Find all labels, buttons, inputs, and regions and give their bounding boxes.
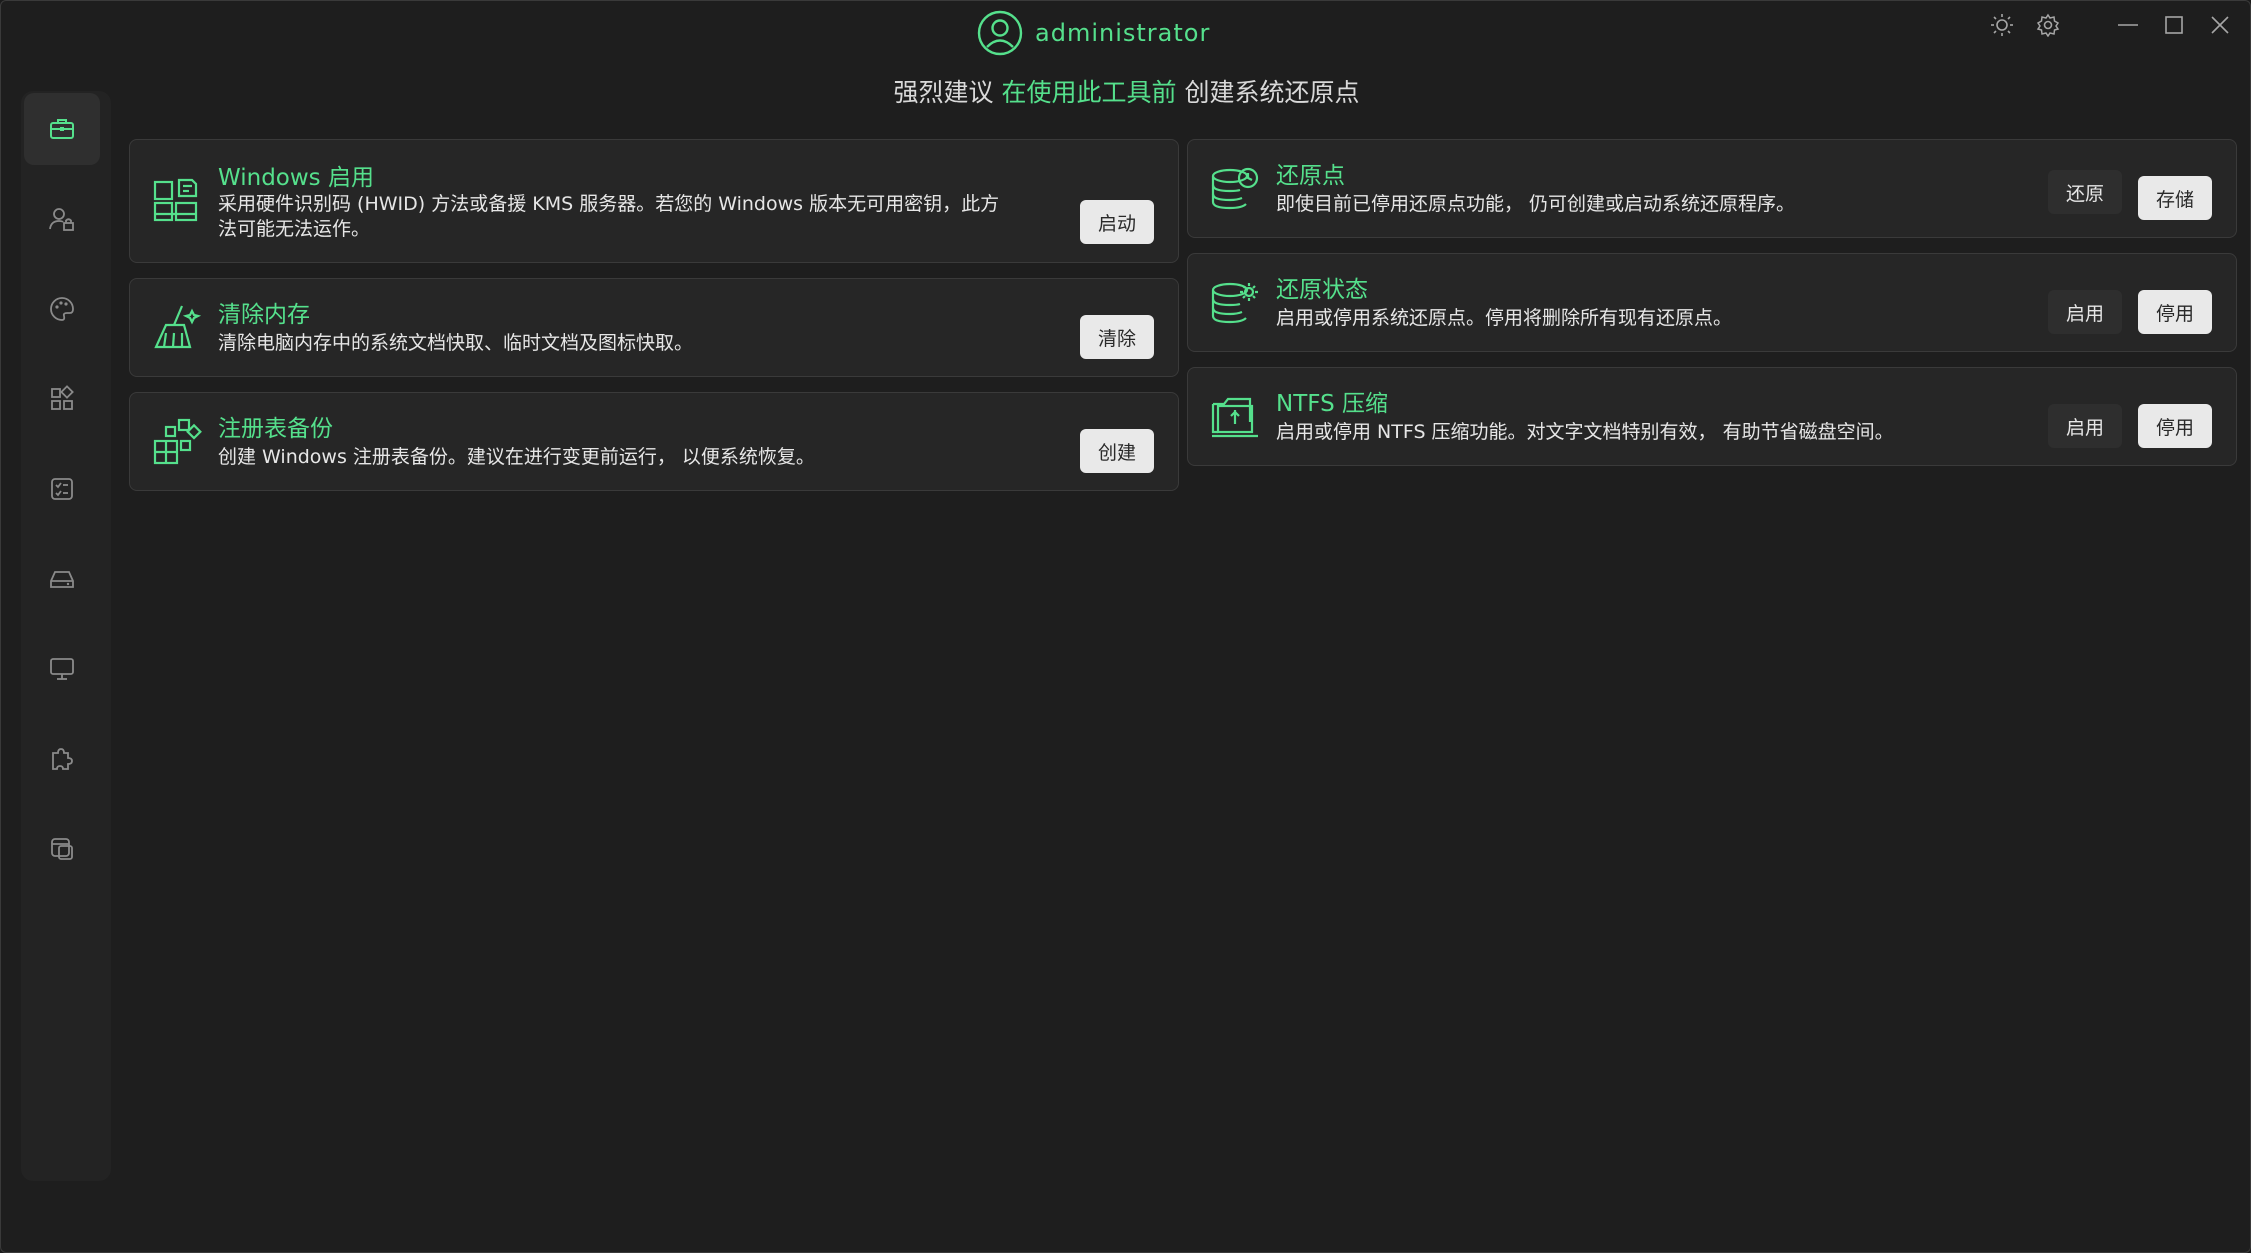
enable-restore-button[interactable]: 启用 xyxy=(2047,290,2122,334)
clear-button[interactable]: 清除 xyxy=(1079,315,1154,359)
sidebar-item-storage[interactable] xyxy=(24,543,100,615)
sidebar-item-display[interactable] xyxy=(24,633,100,705)
apps-grid-icon xyxy=(51,385,74,410)
advice-highlight: 在使用此工具前 xyxy=(1001,78,1177,107)
monitor-icon xyxy=(50,658,74,680)
card-title: 注册表备份 xyxy=(218,416,333,442)
card-desc: 清除电脑内存中的系统文档快取、临时文档及图标快取。 xyxy=(218,332,694,354)
sidebar-item-appearance[interactable] xyxy=(24,273,100,345)
drive-icon xyxy=(50,571,74,588)
card-clear-memory: 清除内存 清除电脑内存中的系统文档快取、临时文档及图标快取。 清除 xyxy=(129,278,1179,377)
app-window: administrator 强烈建议 在使用此工具前 创建系统还原点 Windo… xyxy=(0,0,2251,1253)
registry-blocks-icon xyxy=(153,418,202,465)
card-desc: 即使目前已停用还原点功能， 仍可创建或启动系统还原程序。 xyxy=(1276,193,1796,215)
card-title: 还原点 xyxy=(1276,163,1345,189)
card-desc-line1: 采用硬件识别码 (HWID) 方法或备援 KMS 服务器。若您的 Windows… xyxy=(218,193,1000,215)
advice-suffix: 创建系统还原点 xyxy=(1184,78,1360,107)
advice-prefix: 强烈建议 xyxy=(893,78,994,107)
card-desc-line2: 法可能无法运作。 xyxy=(218,218,371,240)
card-title: 清除内存 xyxy=(218,302,310,328)
compress-folder-icon xyxy=(1211,397,1258,438)
sidebar-item-tasks[interactable] xyxy=(24,453,100,525)
card-ntfs-compression: NTFS 压缩 启用或停用 NTFS 压缩功能。对文字文档特别有效， 有助节省磁… xyxy=(1187,367,2237,466)
window-copy-icon xyxy=(51,838,73,860)
username-label: administrator xyxy=(1035,19,1211,47)
disable-ntfs-button[interactable]: 停用 xyxy=(2137,404,2212,448)
close-icon[interactable] xyxy=(2208,13,2232,37)
enable-ntfs-button[interactable]: 启用 xyxy=(2047,404,2122,448)
card-registry-backup: 注册表备份 创建 Windows 注册表备份。建议在进行变更前运行， 以便系统恢… xyxy=(129,392,1179,491)
restore-button[interactable]: 还原 xyxy=(2047,170,2122,214)
save-restore-point-button[interactable]: 存储 xyxy=(2137,176,2212,220)
user-lock-icon xyxy=(49,208,74,231)
toolbox-icon xyxy=(50,119,74,139)
sidebar-item-backup[interactable] xyxy=(24,813,100,885)
sidebar-item-extensions[interactable] xyxy=(24,723,100,795)
card-desc: 启用或停用 NTFS 压缩功能。对文字文档特别有效， 有助节省磁盘空间。 xyxy=(1276,421,1894,443)
puzzle-gear-icon xyxy=(52,748,73,770)
title-user: administrator xyxy=(977,7,1210,59)
theme-sun-icon[interactable] xyxy=(1990,13,2014,37)
create-backup-button[interactable]: 创建 xyxy=(1079,429,1154,473)
sidebar-item-tools[interactable] xyxy=(24,93,100,165)
cleaning-broom-icon xyxy=(154,305,202,349)
minimize-icon[interactable] xyxy=(2116,13,2140,37)
palette-icon xyxy=(50,297,74,321)
restore-advice: 强烈建议 在使用此工具前 创建系统还原点 xyxy=(1,73,2251,109)
database-clock-icon xyxy=(1211,167,1259,210)
card-restore-point: 还原点 即使目前已停用还原点功能， 仍可创建或启动系统还原程序。 还原 存储 xyxy=(1187,139,2237,238)
card-desc: 创建 Windows 注册表备份。建议在进行变更前运行， 以便系统恢复。 xyxy=(218,446,815,468)
settings-gear-icon[interactable] xyxy=(2036,13,2060,37)
card-desc: 启用或停用系统还原点。停用将删除所有现有还原点。 xyxy=(1276,307,1733,329)
activate-button[interactable]: 启动 xyxy=(1079,200,1154,244)
user-avatar-icon xyxy=(977,10,1023,56)
disable-restore-button[interactable]: 停用 xyxy=(2137,290,2212,334)
card-title: Windows 启用 xyxy=(218,165,374,191)
titlebar-controls xyxy=(1990,13,2232,37)
card-restore-state: 还原状态 启用或停用系统还原点。停用将删除所有现有还原点。 启用 停用 xyxy=(1187,253,2237,352)
checklist-icon xyxy=(51,478,73,500)
card-title: 还原状态 xyxy=(1276,277,1368,303)
database-gear-icon xyxy=(1211,282,1258,324)
sidebar xyxy=(21,91,111,1181)
card-windows-activation: Windows 启用 采用硬件识别码 (HWID) 方法或备援 KMS 服务器。… xyxy=(129,139,1179,263)
activation-icon xyxy=(153,178,198,222)
maximize-icon[interactable] xyxy=(2162,13,2186,37)
sidebar-item-privacy[interactable] xyxy=(24,183,100,255)
card-title: NTFS 压缩 xyxy=(1276,391,1388,417)
sidebar-item-apps[interactable] xyxy=(24,363,100,435)
